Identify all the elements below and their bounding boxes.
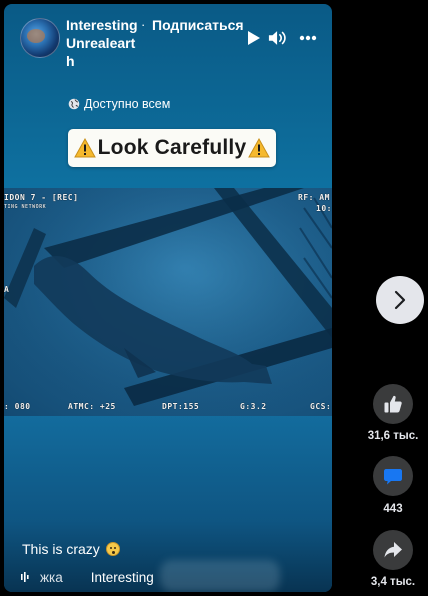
osd-top-right-sub: 10: — [316, 204, 332, 213]
play-button[interactable] — [244, 28, 264, 48]
blurred-overlay — [160, 560, 280, 592]
volume-icon — [268, 31, 286, 45]
globe-icon — [68, 98, 80, 110]
underwater-footage: IDON 7 - [REC] TING NETWORK RF: AM 10: A… — [4, 188, 332, 416]
osd-left-mark: A — [4, 285, 10, 294]
play-icon — [248, 31, 260, 45]
osd-top-left-sub: TING NETWORK — [4, 204, 47, 210]
osd-top-right: RF: AM — [298, 193, 330, 202]
audio-row: жка Interesting — [20, 568, 154, 586]
likes-count: 31,6 тыс. — [367, 430, 419, 442]
audience-label: Доступно всем — [84, 97, 171, 111]
volume-button[interactable] — [268, 28, 288, 48]
osd-bottom-2: ATMC: +25 — [68, 402, 116, 411]
warning-icon — [248, 138, 271, 158]
comment-icon — [384, 469, 402, 485]
like-button[interactable] — [373, 384, 413, 424]
audio-track-label[interactable]: жка — [40, 570, 63, 585]
osd-bottom-5: GCS: — [310, 402, 332, 411]
audience-indicator: Доступно всем — [68, 96, 170, 112]
more-icon — [299, 35, 317, 41]
video-caption-text: Look Carefully — [97, 136, 247, 159]
footage-scene — [4, 188, 332, 416]
next-video-button[interactable] — [376, 276, 424, 324]
subscribe-button[interactable]: Подписаться — [152, 16, 244, 34]
flushed-face-icon — [105, 542, 120, 556]
comments-count: 443 — [383, 503, 403, 515]
more-options-button[interactable] — [298, 28, 318, 48]
channel-name[interactable]: Interesting Unrealearth — [66, 16, 138, 70]
shares-count: 3,4 тыс. — [370, 576, 416, 588]
comment-button[interactable] — [373, 456, 413, 496]
osd-bottom-1: : 080 — [4, 402, 31, 411]
share-icon — [384, 542, 402, 558]
osd-bottom-3: DPT:155 — [162, 402, 200, 411]
warning-icon — [73, 138, 96, 158]
channel-avatar[interactable] — [20, 18, 60, 58]
share-button[interactable] — [373, 530, 413, 570]
channel-mention-link[interactable]: Interesting — [91, 570, 154, 585]
video-player[interactable]: IDON 7 - [REC] TING NETWORK RF: AM 10: A… — [4, 4, 332, 592]
video-caption-chip: Look Carefully — [68, 129, 276, 167]
header-separator: · — [141, 17, 146, 32]
post-text: This is crazy — [22, 541, 100, 557]
osd-top-left: IDON 7 - [REC] — [4, 193, 79, 202]
osd-bottom-4: G:3.2 — [240, 402, 267, 411]
chevron-right-icon — [394, 290, 406, 310]
music-icon — [21, 572, 29, 582]
thumbs-up-icon — [384, 395, 402, 413]
post-description: This is crazy — [22, 540, 120, 558]
